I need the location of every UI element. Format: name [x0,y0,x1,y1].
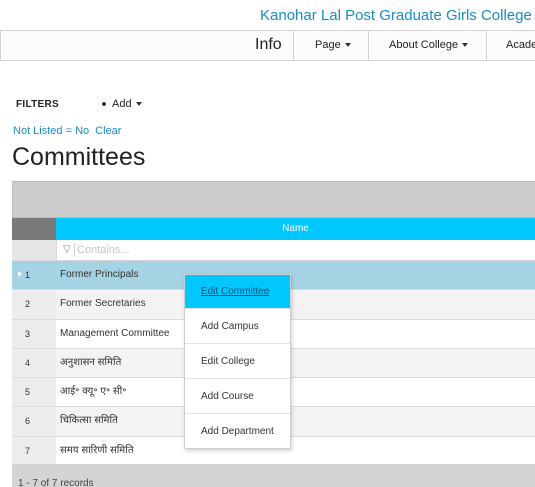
college-name: Kanohar Lal Post Graduate Girls College [260,7,532,24]
clear-filters-link[interactable]: Clear [95,125,121,137]
column-header-name[interactable]: Name [56,218,535,240]
chevron-down-icon [462,43,469,48]
nav-about-college-label: About College [389,39,459,51]
row-number: 5 [12,378,56,407]
grid-footer-records: 1 - 7 of 7 records [12,464,535,487]
row-name-cell[interactable]: समय सारिणी समिति [56,437,535,465]
row-name-cell[interactable]: आई॰ क्यू॰ ए॰ सी॰ [56,378,535,406]
filters-label: FILTERS [16,99,60,110]
menu-item-add-course[interactable]: Add Course [185,380,290,414]
filter-icon[interactable]: ▽ [63,244,71,255]
nav-page-label: Page [315,39,341,51]
row-name-cell[interactable]: Former Secretaries [56,290,535,319]
row-number: 6 [12,407,56,436]
nav-info-title: Info [255,36,282,53]
nav-divider [368,31,369,60]
grid-header-corner [12,218,56,240]
add-filter-button[interactable]: Add [102,98,142,110]
menu-item-edit-committee[interactable]: Edit Committee [185,275,290,309]
row-name-cell[interactable]: अनुशासन समिति [56,348,535,378]
column-filter-cell: ▽ [56,240,535,261]
nav-about-college-menu[interactable]: About College [389,39,469,51]
row-name-cell[interactable]: Former Principals [56,261,535,290]
row-number: 2 [12,290,56,319]
menu-item-edit-college[interactable]: Edit College [185,345,290,379]
grid-group-panel [12,181,535,218]
nav-divider [486,31,487,60]
add-filter-label: Add [112,98,132,110]
top-navbar: Info Page About College Acade [0,30,535,61]
bullet-icon [102,102,106,107]
nav-academics-label: Acade [506,39,535,51]
active-filters: Not Listed = No Clear [13,125,121,137]
nav-divider [293,31,294,60]
page-title: Committees [12,143,146,171]
menu-item-add-campus[interactable]: Add Campus [185,310,290,344]
grid-filter-corner [12,240,56,261]
row-name-cell[interactable]: Management Committee [56,320,535,348]
row-name-cell[interactable]: चिकित्सा समिति [56,407,535,436]
menu-item-add-department[interactable]: Add Department [185,415,290,449]
filter-divider [74,243,75,257]
chevron-down-icon [135,102,142,107]
chevron-down-icon [344,43,351,48]
nav-divider [0,31,1,60]
row-number: 3 [12,319,56,348]
row-number: 7 [12,436,56,466]
name-filter-input[interactable] [77,242,517,258]
filter-not-listed-link[interactable]: Not Listed = No [13,125,89,137]
nav-academics-menu[interactable]: Acade [506,39,535,51]
row-number: 1 [12,261,56,290]
row-context-menu: Edit Committee Add Campus Edit College A… [184,274,291,449]
nav-page-menu[interactable]: Page [315,39,351,51]
row-number: 4 [12,348,56,378]
